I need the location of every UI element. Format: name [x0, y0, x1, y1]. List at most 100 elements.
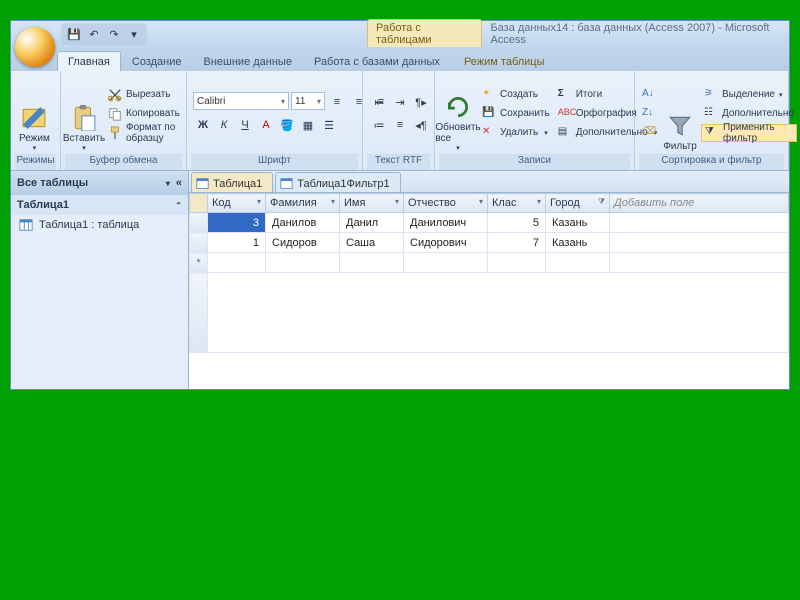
undo-icon[interactable]: ↶ [87, 27, 101, 41]
datasheet-grid[interactable]: Код▾ Фамилия▾ Имя▾ Отчество▾ Клас▾ Город… [189, 193, 789, 389]
ltr-button[interactable]: ¶▸ [411, 92, 431, 112]
number-list-button[interactable]: ≡ [390, 115, 410, 135]
delete-icon: ✕ [482, 126, 496, 140]
font-color-button[interactable]: A [256, 115, 276, 135]
row-selector[interactable] [190, 213, 208, 233]
col-header-class[interactable]: Клас▾ [488, 194, 546, 213]
cell-surname[interactable]: Сидоров [266, 233, 340, 253]
tab-create[interactable]: Создание [121, 51, 193, 71]
chevron-down-icon: ▾ [166, 179, 170, 188]
doc-tab-table1[interactable]: Таблица1 [191, 172, 273, 192]
cell-id[interactable]: 1 [208, 233, 266, 253]
cell-name[interactable]: Саша [340, 233, 404, 253]
quick-access-toolbar: 💾 ↶ ↷ ▾ [61, 23, 147, 45]
selection-icon: ⚞ [704, 88, 718, 102]
title-bar: 💾 ↶ ↷ ▾ Работа с таблицами База данных14… [11, 21, 789, 47]
format-painter-button[interactable]: Формат по образцу [105, 124, 183, 142]
tab-external-data[interactable]: Внешние данные [193, 51, 303, 71]
copy-button[interactable]: Копировать [105, 105, 183, 123]
sigma-icon: Σ [558, 88, 572, 102]
bullet-list-button[interactable]: ≔ [369, 115, 389, 135]
refresh-icon [445, 94, 471, 120]
view-button[interactable]: Режим ▾ [15, 73, 54, 154]
cell-patronymic[interactable]: Сидорович [404, 233, 488, 253]
table-row[interactable]: 3 Данилов Данил Данилович 5 Казань [190, 213, 789, 233]
fill-color-button[interactable]: 🪣 [277, 115, 297, 135]
table-row[interactable]: 1 Сидоров Саша Сидорович 7 Казань [190, 233, 789, 253]
office-orb-button[interactable] [15, 27, 55, 67]
cut-button[interactable]: Вырезать [105, 86, 183, 104]
cell-empty[interactable] [610, 233, 789, 253]
cell-class[interactable]: 7 [488, 233, 546, 253]
cell-class[interactable]: 5 [488, 213, 546, 233]
select-all-cell[interactable] [190, 194, 208, 213]
doc-tab-table1filter1[interactable]: Таблица1Фильтр1 [275, 172, 400, 192]
col-header-name[interactable]: Имя▾ [340, 194, 404, 213]
col-header-id[interactable]: Код▾ [208, 194, 266, 213]
underline-button[interactable]: Ч [235, 115, 255, 135]
group-views: Режим ▾ Режимы [11, 71, 61, 170]
increase-indent-button[interactable]: ⇥ [390, 92, 410, 112]
copy-icon [108, 107, 122, 121]
cell-city[interactable]: Казань [546, 233, 610, 253]
window-title: База данных14 : база данных (Access 2007… [490, 22, 789, 46]
navigation-pane: Все таблицы ▾ « Таблица1 ⌃ Таблица1 : та… [11, 171, 189, 389]
cell-surname[interactable]: Данилов [266, 213, 340, 233]
tab-datasheet[interactable]: Режим таблицы [453, 51, 556, 71]
row-selector[interactable] [190, 233, 208, 253]
new-row-selector[interactable]: * [190, 253, 208, 273]
paste-button[interactable]: Вставить ▾ [65, 73, 103, 154]
nav-group-header[interactable]: Таблица1 ⌃ [11, 195, 188, 215]
collapse-pane-icon[interactable]: « [176, 177, 182, 189]
decrease-indent-button[interactable]: ⇤ [369, 92, 389, 112]
font-size-combo[interactable]: 11▾ [291, 92, 325, 110]
tab-database-tools[interactable]: Работа с базами данных [303, 51, 451, 71]
toggle-filter-button[interactable]: ⧩Применить фильтр [701, 124, 797, 142]
alt-row-button[interactable]: ☰ [319, 115, 339, 135]
sort-asc-button[interactable]: A↓ [639, 86, 659, 104]
col-header-add-field[interactable]: Добавить поле [610, 194, 789, 213]
rtl-button[interactable]: ◂¶ [411, 115, 431, 135]
advanced-filter-button[interactable]: ☷Дополнительно [701, 105, 797, 123]
save-record-button[interactable]: 💾Сохранить [479, 105, 553, 123]
work-area: Все таблицы ▾ « Таблица1 ⌃ Таблица1 : та… [11, 171, 789, 389]
cell-empty[interactable] [610, 213, 789, 233]
document-area: Таблица1 Таблица1Фильтр1 Код▾ Фамилия▾ И… [189, 171, 789, 389]
delete-record-button[interactable]: ✕Удалить▾ [479, 124, 553, 142]
gridlines-button[interactable]: ▦ [298, 115, 318, 135]
clear-sort-button[interactable]: ⌫ [639, 124, 659, 142]
chevron-down-icon: ▾ [331, 197, 335, 206]
group-rich-text: ⇤ ⇥ ¶▸ ≔ ≡ ◂¶ Текст RTF [363, 71, 435, 170]
advanced-icon: ☷ [704, 107, 718, 121]
tab-home[interactable]: Главная [57, 51, 121, 71]
group-records: Обновить все ▾ ✦Создать 💾Сохранить ✕Удал… [435, 71, 635, 170]
font-name-combo[interactable]: Calibri▾ [193, 92, 289, 110]
qat-dropdown-icon[interactable]: ▾ [127, 27, 141, 41]
nav-item-table1[interactable]: Таблица1 : таблица [11, 215, 188, 235]
cell-id[interactable]: 3 [208, 213, 266, 233]
chevron-down-icon: ▾ [33, 144, 37, 152]
cell-name[interactable]: Данил [340, 213, 404, 233]
refresh-all-button[interactable]: Обновить все ▾ [439, 73, 477, 154]
sort-desc-button[interactable]: Z↓ [639, 105, 659, 123]
more-icon: ▤ [558, 126, 572, 140]
align-left-button[interactable]: ≡ [327, 92, 347, 112]
new-record-row[interactable]: * [190, 253, 789, 273]
chevron-down-icon: ▾ [537, 197, 541, 206]
col-header-surname[interactable]: Фамилия▾ [266, 194, 340, 213]
contextual-tab-title: Работа с таблицами [367, 19, 482, 49]
nav-pane-header[interactable]: Все таблицы ▾ « [11, 171, 188, 195]
scissors-icon [108, 88, 122, 102]
col-header-city[interactable]: Город⧩ [546, 194, 610, 213]
selection-filter-button[interactable]: ⚞Выделение▾ [701, 86, 797, 104]
cell-city[interactable]: Казань [546, 213, 610, 233]
cell-patronymic[interactable]: Данилович [404, 213, 488, 233]
save-icon[interactable]: 💾 [67, 27, 81, 41]
italic-button[interactable]: К [214, 115, 234, 135]
new-record-button[interactable]: ✦Создать [479, 86, 553, 104]
col-header-patronymic[interactable]: Отчество▾ [404, 194, 488, 213]
chevron-down-icon: ▾ [479, 197, 483, 206]
redo-icon[interactable]: ↷ [107, 27, 121, 41]
bold-button[interactable]: Ж [193, 115, 213, 135]
filter-button[interactable]: Фильтр [661, 73, 699, 154]
